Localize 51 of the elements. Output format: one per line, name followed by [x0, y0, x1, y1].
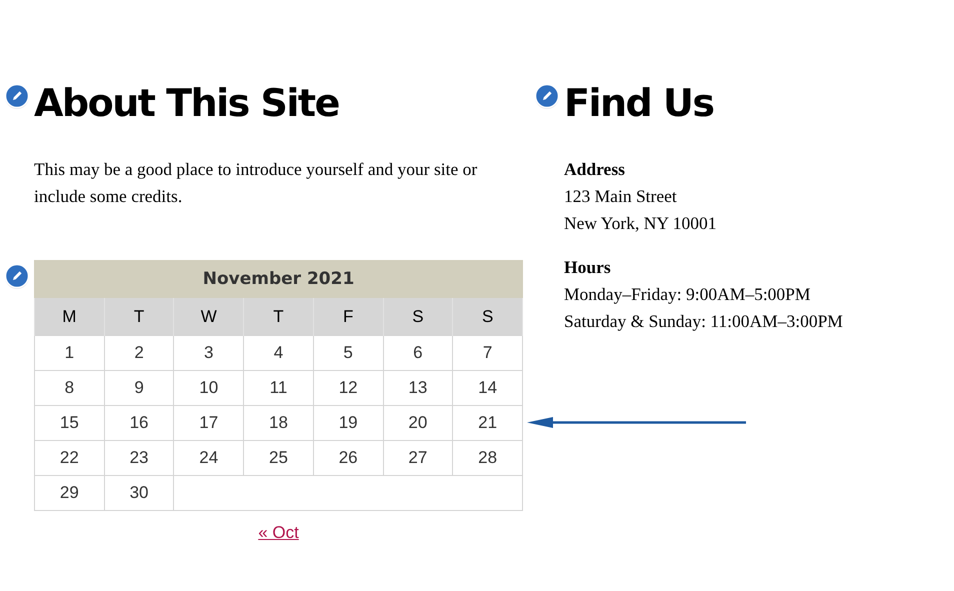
calendar-day: 28 [452, 440, 522, 475]
calendar-day: 14 [452, 370, 522, 405]
calendar-day: 16 [104, 405, 174, 440]
calendar-day: 20 [383, 405, 453, 440]
weekday-header: S [383, 298, 453, 335]
calendar-day: 1 [34, 335, 104, 370]
section-heading: About This Site [34, 80, 340, 126]
info-heading: Hours [564, 256, 612, 279]
calendar-day: 26 [313, 440, 384, 475]
calendar-day: 7 [452, 335, 522, 370]
calendar-day: 25 [244, 440, 314, 475]
info-line: Monday–Friday: 9:00AM–5:00PM [564, 283, 812, 306]
calendar-day: 21 [452, 405, 522, 440]
calendar-day: 15 [34, 405, 104, 440]
intro-paragraph: This may be a good place to introduce yourself and your site or include some credits. [34, 158, 478, 208]
calendar-day: 10 [174, 370, 244, 405]
weekday-header: F [313, 298, 384, 335]
info-line: 123 Main Street [564, 185, 678, 208]
calendar-day: 17 [174, 405, 244, 440]
calendar-day: 2 [104, 335, 174, 370]
calendar-day: 4 [244, 335, 314, 370]
previous-month-link[interactable]: « Oct [258, 520, 299, 545]
weekday-header: W [174, 298, 244, 335]
calendar-day: 23 [104, 440, 174, 475]
section-heading: Find Us [564, 80, 714, 126]
calendar-day: 3 [174, 335, 244, 370]
info-line: New York, NY 10001 [564, 212, 718, 235]
weekday-header: S [452, 298, 522, 335]
calendar-day: 5 [313, 335, 384, 370]
weekday-header: M [34, 298, 104, 335]
calendar-day: 9 [104, 370, 174, 405]
calendar-day: 30 [104, 475, 174, 510]
calendar-day: 6 [383, 335, 453, 370]
info-heading: Address [564, 158, 626, 181]
calendar-day: 18 [244, 405, 314, 440]
edit-pencil-icon[interactable] [4, 83, 30, 109]
edit-pencil-icon[interactable] [4, 263, 30, 289]
calendar-day: 11 [244, 370, 314, 405]
weekday-header: T [244, 298, 314, 335]
calendar-day: 22 [34, 440, 104, 475]
edit-pencil-icon[interactable] [534, 83, 560, 109]
calendar-month-caption: November 2021 [34, 260, 523, 298]
calendar-day: 13 [383, 370, 453, 405]
calendar-day: 19 [313, 405, 384, 440]
calendar-day: 12 [313, 370, 384, 405]
calendar-day: 27 [383, 440, 453, 475]
calendar-day: 29 [34, 475, 104, 510]
calendar-day: 24 [174, 440, 244, 475]
calendar-day: 8 [34, 370, 104, 405]
weekday-header: T [104, 298, 174, 335]
info-line: Saturday & Sunday: 11:00AM–3:00PM [564, 310, 844, 333]
